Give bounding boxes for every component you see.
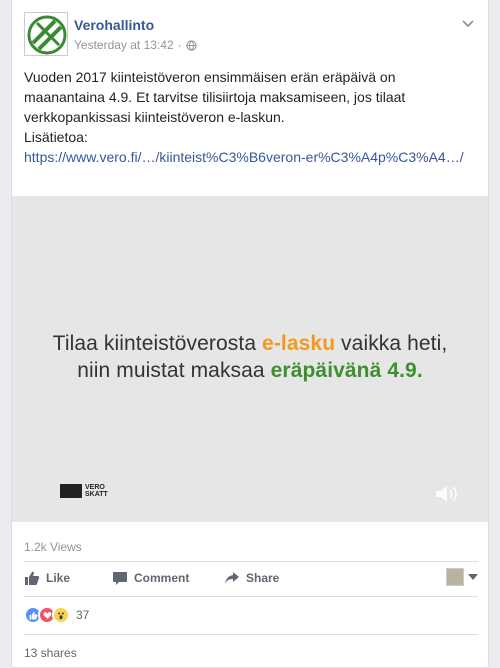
video-caption-line-2: niin muistat maksaa eräpäivänä 4.9. [12,359,488,383]
meta-separator: · [177,38,182,52]
vero-logo-line-1: VERO [85,484,105,491]
thumbs-up-icon [25,571,39,585]
reactions-summary[interactable]: 37 [24,606,89,624]
like-button[interactable]: Like [24,570,70,586]
page-avatar[interactable] [24,12,68,56]
comment-icon [113,572,127,585]
post-card: Verohallinto Yesterday at 13:42 · Vuoden… [11,0,489,668]
views-count[interactable]: 1.2k Views [24,540,82,554]
post-message: Vuoden 2017 kiinteistöveron ensimmäisen … [24,69,406,125]
action-bar: Like Comment Share [24,566,478,592]
video-caption-text: vaikka heti, [335,332,448,355]
post-link[interactable]: https://www.vero.fi/…/kiinteist%C3%B6ver… [24,147,478,167]
page-name-link[interactable]: Verohallinto [74,17,154,33]
video-caption-text: Tilaa kiinteistöverosta [52,332,263,355]
vero-logo-text: VERO SKATT [85,484,108,498]
video-caption-highlight-elasku: e-lasku [262,332,336,355]
video-caption-highlight-date: eräpäivänä 4.9. [270,359,423,382]
video-caption-text: niin muistat maksaa [77,359,271,382]
like-label: Like [46,571,71,585]
divider [24,561,478,562]
video-caption-line-1: Tilaa kiinteistöverosta e-lasku vaikka h… [12,332,488,356]
video-player[interactable]: Tilaa kiinteistöverosta e-lasku vaikka h… [12,196,488,522]
verohallinto-logo-icon [25,13,67,55]
volume-icon[interactable] [433,483,459,505]
wow-reaction-icon [52,606,70,624]
post-meta: Yesterday at 13:42 · [74,38,197,52]
divider [24,634,478,635]
caret-down-icon [468,574,478,580]
viewer-selector[interactable] [446,568,478,586]
post-timestamp[interactable]: Yesterday at 13:42 [74,38,174,52]
vero-logo-line-2: SKATT [85,491,108,498]
post-header: Verohallinto Yesterday at 13:42 · [24,12,478,56]
globe-icon[interactable] [186,39,197,51]
share-button[interactable]: Share [224,570,279,586]
more-info-label: Lisätietoa: [24,129,88,145]
shares-count[interactable]: 13 shares [24,646,77,660]
share-arrow-icon [225,572,239,584]
divider [24,596,478,597]
post-body: Vuoden 2017 kiinteistöveron ensimmäisen … [24,67,478,167]
comment-button[interactable]: Comment [112,570,189,586]
vero-logo-mark-icon [60,484,82,498]
chevron-down-icon[interactable] [458,14,478,34]
reaction-count: 37 [76,608,90,622]
viewer-avatar [446,568,464,586]
share-label: Share [246,571,280,585]
vero-skatt-logo: VERO SKATT [60,482,108,500]
comment-label: Comment [134,571,190,585]
